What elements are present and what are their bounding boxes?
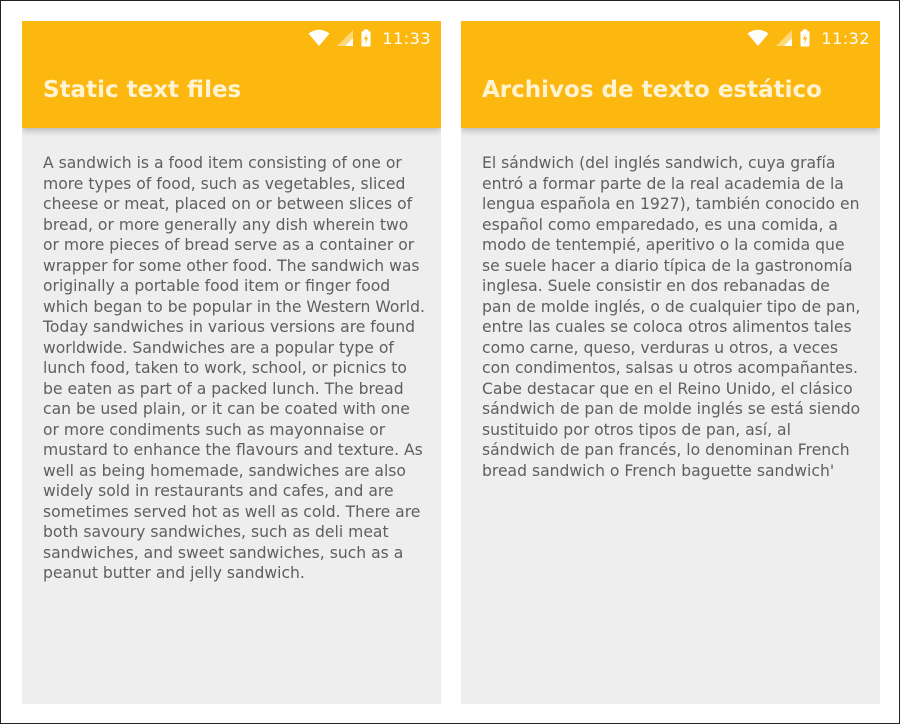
battery-charging-icon bbox=[361, 29, 371, 47]
status-time: 11:32 bbox=[821, 28, 870, 48]
battery-charging-icon bbox=[800, 29, 810, 47]
status-bar: 11:33 bbox=[308, 27, 431, 49]
static-text-content: A sandwich is a food item consisting of … bbox=[43, 154, 425, 582]
status-time: 11:33 bbox=[382, 28, 431, 48]
cell-signal-icon bbox=[776, 30, 793, 46]
app-bar: 11:33 Static text files bbox=[22, 21, 441, 128]
page-title: Static text files bbox=[43, 77, 242, 103]
status-bar: 11:32 bbox=[747, 27, 870, 49]
page-title: Archivos de texto estático bbox=[482, 77, 822, 103]
app-bar: 11:32 Archivos de texto estático bbox=[461, 21, 880, 128]
wifi-icon bbox=[308, 29, 330, 46]
wifi-icon bbox=[747, 29, 769, 46]
screenshot-frame: 11:33 Static text files A sandwich is a … bbox=[0, 0, 900, 724]
static-text-content: El sándwich (del inglés sandwich, cuya g… bbox=[482, 154, 861, 480]
phone-screen-english: 11:33 Static text files A sandwich is a … bbox=[22, 21, 441, 704]
phone-screen-spanish: 11:32 Archivos de texto estático El sánd… bbox=[461, 21, 880, 704]
cell-signal-icon bbox=[337, 30, 354, 46]
